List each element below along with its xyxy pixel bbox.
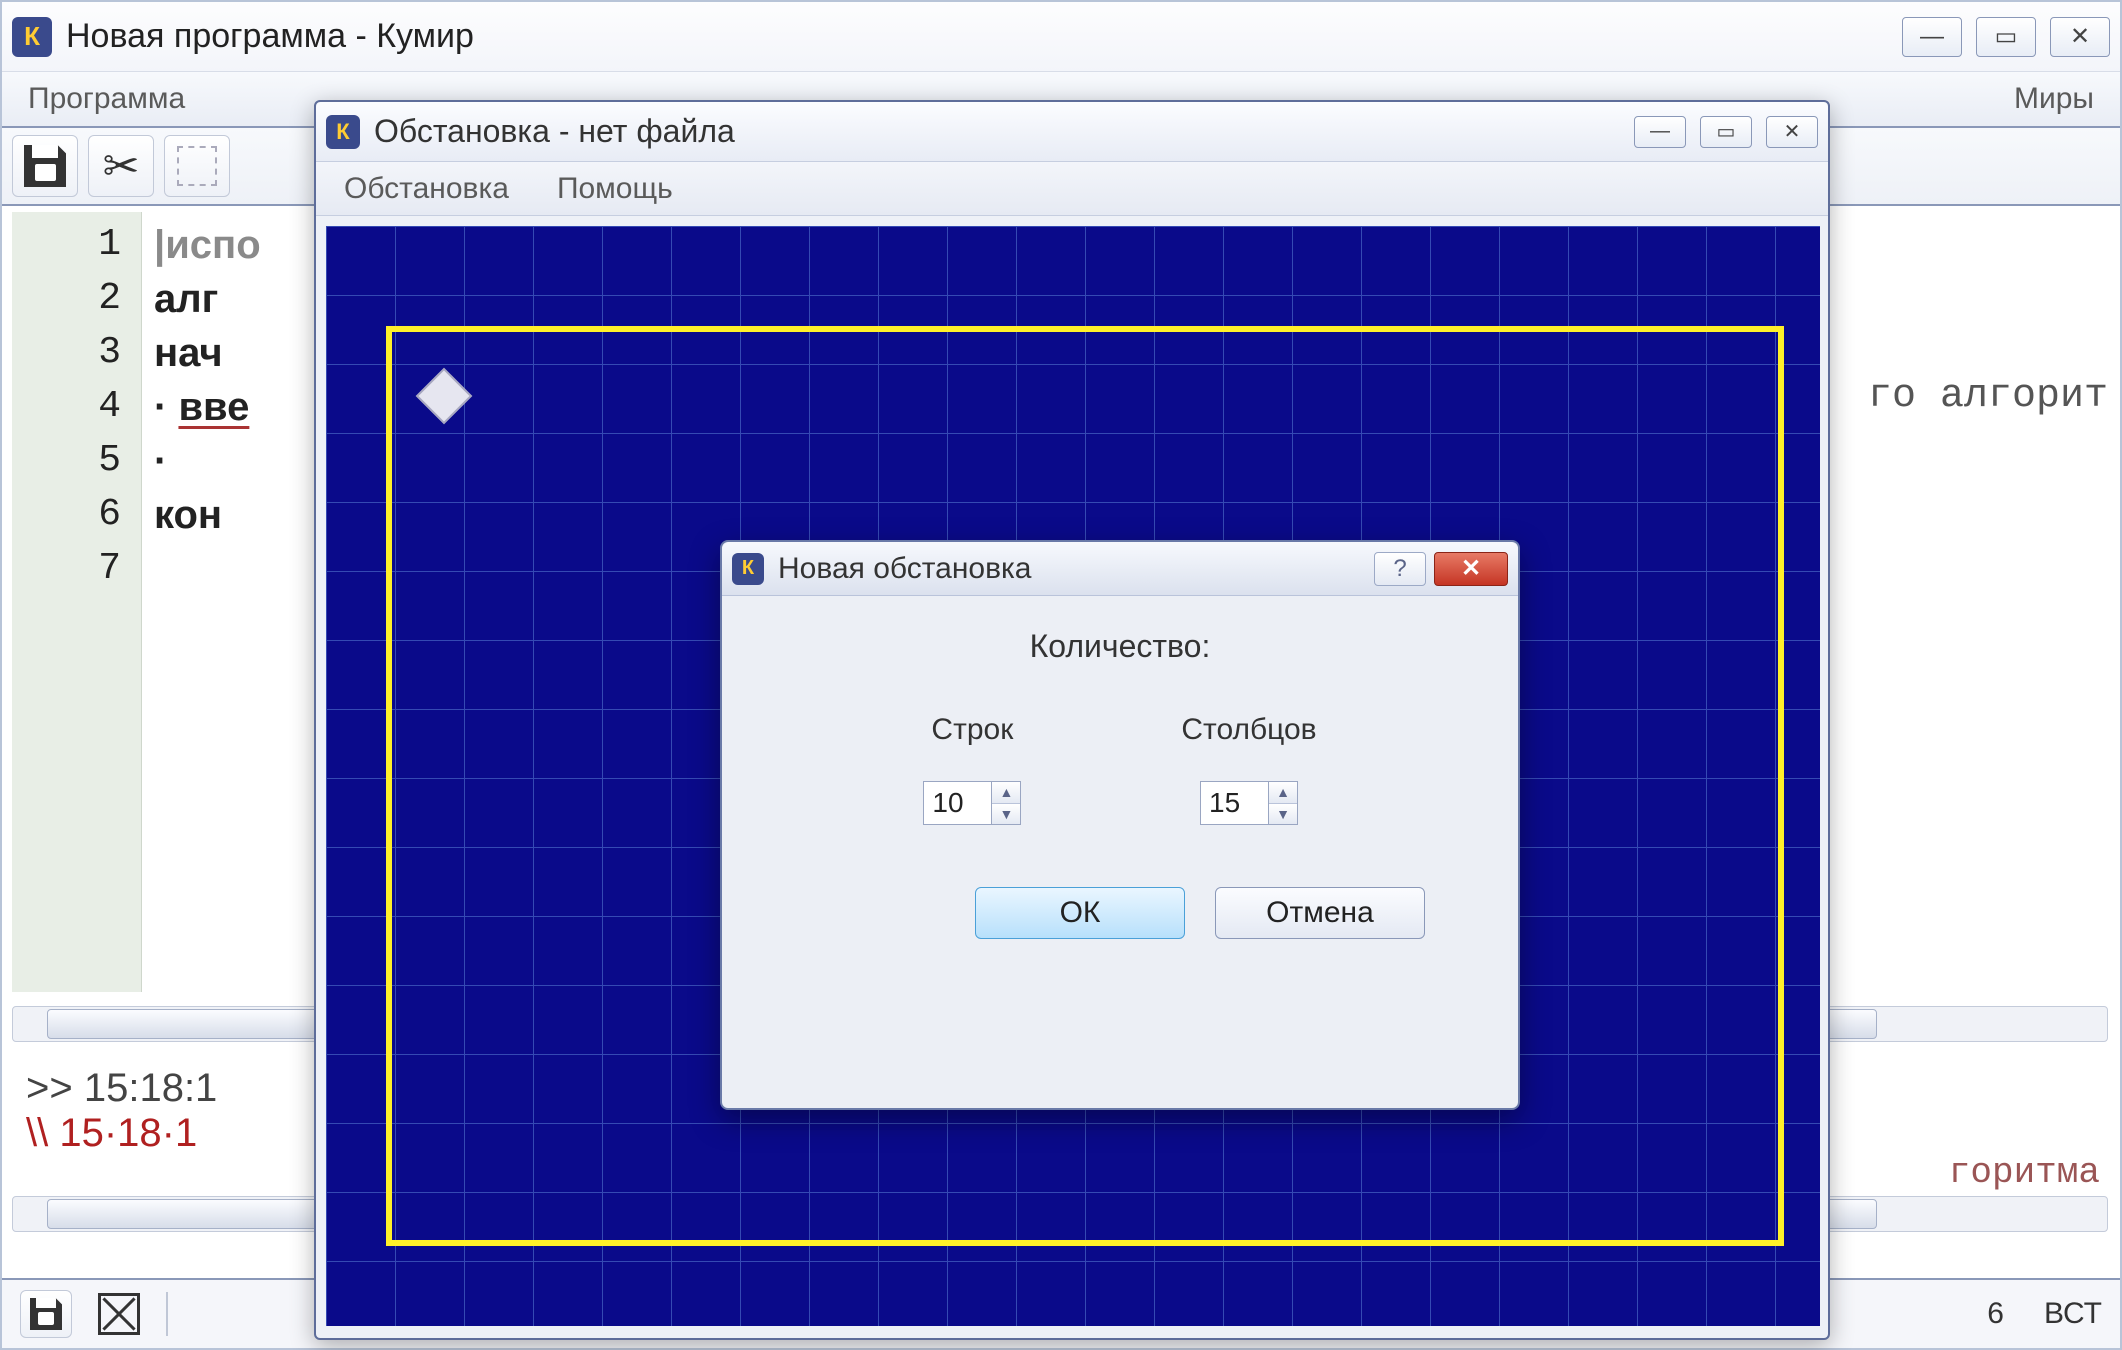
status-column-number: 6 [1987, 1297, 2004, 1331]
main-window-controls: — ▭ ✕ [1902, 17, 2110, 57]
toolbar-cut-button[interactable]: ✂ [88, 135, 154, 197]
status-insert-mode: ВСТ [2044, 1297, 2102, 1331]
rows-spinbox[interactable]: ▲ ▼ [923, 781, 1021, 825]
toolbar-paste-button[interactable] [164, 135, 230, 197]
console-prompt: >> [26, 1066, 73, 1110]
cancel-button[interactable]: Отмена [1215, 887, 1425, 939]
error-indicator-icon [98, 1293, 140, 1335]
close-button[interactable]: ✕ [1766, 116, 1818, 148]
main-window-title: Новая программа - Кумир [66, 17, 1902, 56]
environment-menubar: Обстановка Помощь [316, 162, 1828, 216]
scissors-icon: ✂ [103, 141, 140, 192]
rows-input[interactable] [923, 781, 991, 825]
spin-down-icon[interactable]: ▼ [1269, 804, 1297, 825]
spin-up-icon[interactable]: ▲ [992, 782, 1020, 804]
rows-label: Строк [931, 713, 1013, 747]
minimize-button[interactable]: — [1634, 116, 1686, 148]
line-number: 2 [12, 272, 141, 326]
console-line: 15:18:1 [84, 1066, 217, 1110]
minimize-button[interactable]: — [1902, 17, 1962, 57]
line-number: 1 [12, 218, 141, 272]
dialog-title: Новая обстановка [778, 552, 1374, 586]
save-icon [24, 145, 66, 187]
environment-window-controls: — ▭ ✕ [1634, 116, 1818, 148]
spin-up-icon[interactable]: ▲ [1269, 782, 1297, 804]
dialog-close-button[interactable]: ✕ [1434, 552, 1508, 586]
line-number: 7 [12, 542, 141, 596]
environment-window-title: Обстановка - нет файла [374, 113, 1634, 150]
maximize-button[interactable]: ▭ [1976, 17, 2036, 57]
toolbar-save-button[interactable] [12, 135, 78, 197]
cols-spinbox[interactable]: ▲ ▼ [1200, 781, 1298, 825]
line-number: 4 [12, 380, 141, 434]
new-environment-dialog: К Новая обстановка ? ✕ Количество: Строк… [720, 540, 1520, 1110]
statusbar-save-button[interactable] [20, 1290, 72, 1338]
line-number: 6 [12, 488, 141, 542]
dialog-body: Количество: Строк ▲ ▼ Столбцов ▲ [722, 596, 1518, 959]
kumir-app-icon: К [732, 553, 764, 585]
ok-button[interactable]: ОК [975, 887, 1185, 939]
kumir-app-icon: К [326, 115, 360, 149]
main-titlebar: К Новая программа - Кумир — ▭ ✕ [2, 2, 2120, 72]
truncated-text: го алгорит [1868, 374, 2108, 419]
menu-program[interactable]: Программа [18, 76, 195, 122]
spin-down-icon[interactable]: ▼ [992, 804, 1020, 825]
dialog-heading: Количество: [1030, 628, 1211, 665]
cols-input[interactable] [1200, 781, 1268, 825]
truncated-text: горитма [1949, 1152, 2100, 1193]
menu-environment[interactable]: Обстановка [334, 166, 519, 212]
line-number: 5 [12, 434, 141, 488]
paste-icon [177, 146, 217, 186]
console-line: 15·18·1 [59, 1111, 197, 1155]
menu-help[interactable]: Помощь [547, 166, 683, 212]
dialog-titlebar: К Новая обстановка ? ✕ [722, 542, 1518, 596]
kumir-app-icon: К [12, 17, 52, 57]
save-icon [30, 1298, 62, 1330]
console-prefix: \\ [26, 1111, 48, 1155]
line-number-gutter: 1 2 3 4 5 6 7 [12, 212, 142, 992]
cols-label: Столбцов [1181, 713, 1316, 747]
line-number: 3 [12, 326, 141, 380]
close-button[interactable]: ✕ [2050, 17, 2110, 57]
environment-titlebar: К Обстановка - нет файла — ▭ ✕ [316, 102, 1828, 162]
maximize-button[interactable]: ▭ [1700, 116, 1752, 148]
dialog-help-button[interactable]: ? [1374, 552, 1426, 586]
menu-worlds[interactable]: Миры [2004, 76, 2104, 122]
